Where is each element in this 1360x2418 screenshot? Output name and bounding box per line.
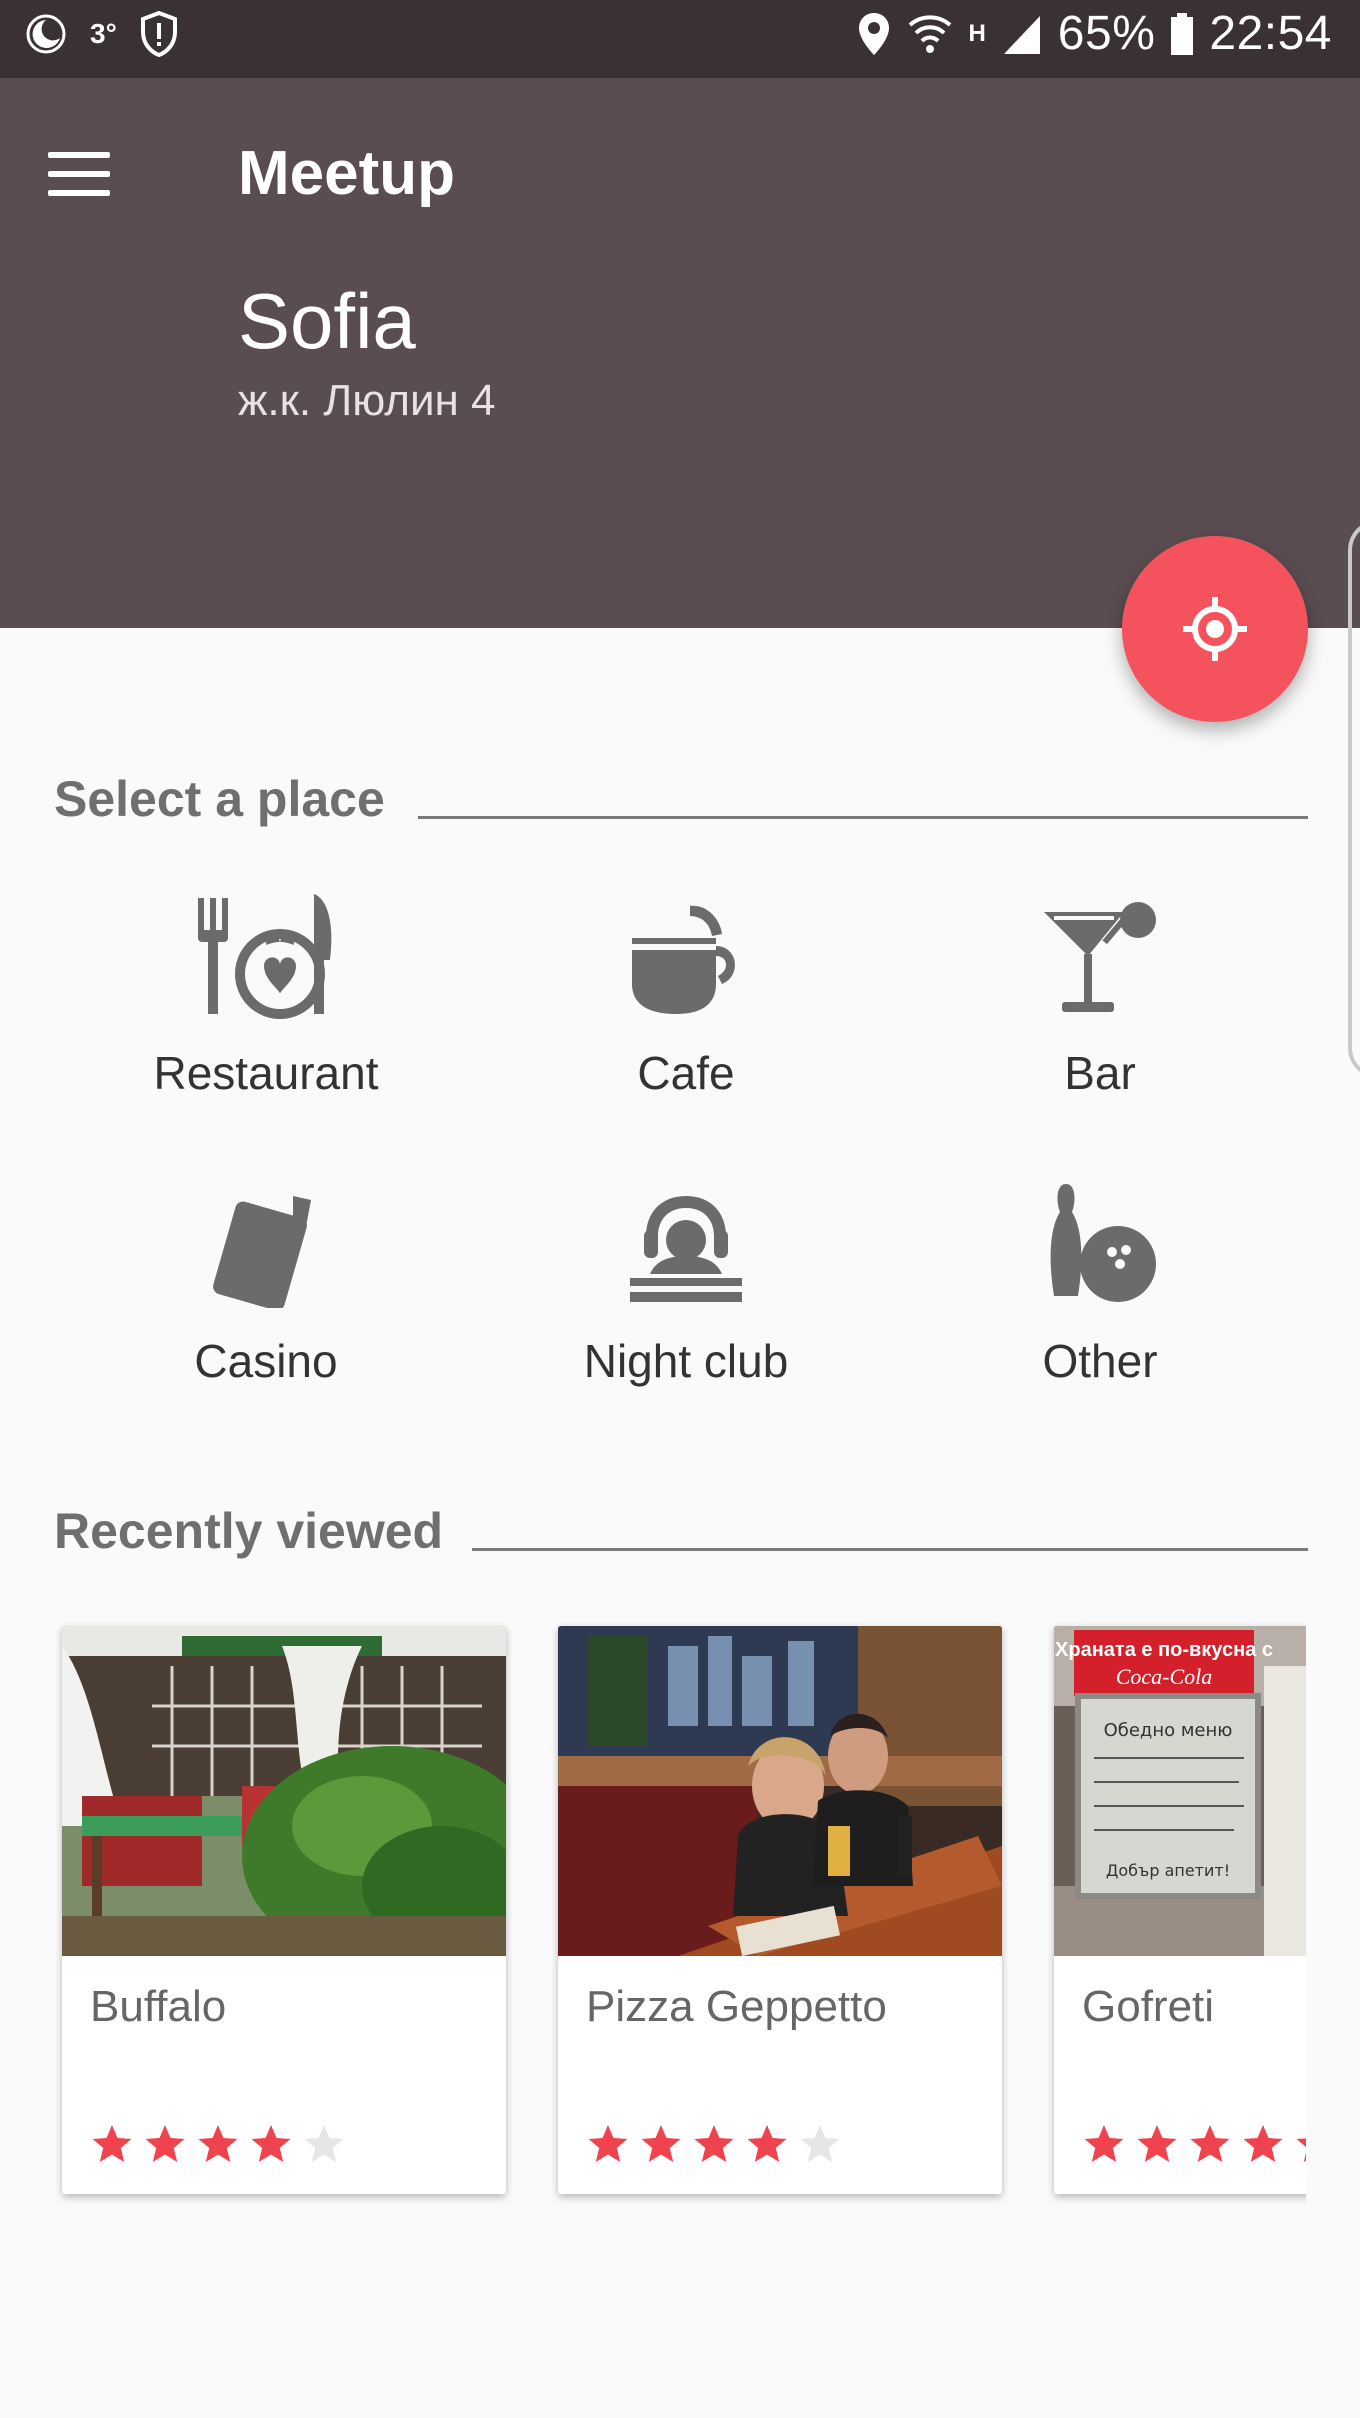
star-filled-icon [1190,2125,1230,2162]
category-label: Bar [1064,1047,1136,1099]
clock-text: 22:54 [1209,7,1332,60]
star-filled-icon [198,2125,238,2162]
category-restaurant[interactable]: Restaurant [96,880,436,1100]
star-filled-icon [251,2125,291,2162]
address-text: ж.к. Люлин 4 [238,376,496,425]
place-name: Pizza Geppetto [586,1982,887,2031]
sign-brand-text: Coca-Cola [1116,1664,1213,1689]
menu-icon-bar [48,171,110,177]
place-name: Gofreti [1082,1982,1215,2031]
star-filled-icon [92,2125,132,2162]
category-bar[interactable]: Bar [930,880,1270,1100]
status-right: H 65% 22:54 [856,6,1332,61]
place-card-buffalo[interactable]: Buffalo [62,1626,506,2194]
category-label: Cafe [637,1047,735,1099]
menu-button[interactable] [36,138,126,228]
category-label: Night club [583,1335,789,1387]
category-label: Other [1042,1335,1158,1387]
status-left: 3° [24,10,179,58]
star-filled-icon [1243,2125,1283,2162]
place-photo [558,1626,1002,1956]
category-night-club[interactable]: Night club [516,1168,856,1388]
star-filled-icon [694,2125,734,2162]
casino-icon [96,1168,436,1308]
category-other[interactable]: Other [930,1168,1270,1388]
select-place-heading: Select a place [54,771,385,827]
cafe-icon [516,880,856,1020]
place-card-gofreti[interactable]: Храната е по-вкусна с Coca-Cola Обедно м… [1054,1626,1306,2194]
star-empty-icon [800,2125,840,2162]
rating-stars [1082,2122,1306,2166]
star-filled-icon [641,2125,681,2162]
app-header: Meetup Sofia ж.к. Люлин 4 [0,78,1360,628]
star-filled-icon [1296,2138,1306,2162]
place-name: Buffalo [90,1982,227,2031]
board-footer-text: Добър апетит! [1106,1861,1230,1880]
wifi-icon [909,14,952,53]
city-name[interactable]: Sofia [238,276,416,367]
sign-top-text: Храната е по-вкусна с [1055,1639,1273,1661]
bar-icon [930,880,1270,1020]
place-photo [62,1626,506,1956]
edge-panel-handle[interactable] [1348,520,1360,1078]
category-casino[interactable]: Casino [96,1168,436,1388]
restaurant-icon [96,880,436,1020]
place-card-pizza-geppetto[interactable]: Pizza Geppetto [558,1626,1002,2194]
star-filled-icon [1137,2125,1177,2162]
location-icon [859,12,890,55]
category-label: Casino [194,1335,338,1387]
category-label: Restaurant [153,1047,379,1099]
star-filled-icon [747,2125,787,2162]
board-title-text: Обедно меню [1104,1720,1233,1741]
recently-viewed-heading: Recently viewed [54,1503,444,1559]
app-title: Meetup [238,139,455,208]
category-cafe[interactable]: Cafe [516,880,856,1100]
my-location-icon [1183,597,1247,661]
status-bar: 3° H 65% 22:54 [0,0,1360,78]
section-divider [472,1548,1308,1551]
recent-places-carousel[interactable]: Buffalo Pizza Geppetto Храната е по-вкус… [0,1610,1306,2230]
signal-icon [1003,15,1040,54]
star-filled-icon [1084,2125,1124,2162]
rating-stars [90,2122,346,2166]
shield-alert-icon [140,10,177,58]
star-empty-icon [304,2125,344,2162]
night-club-icon [516,1168,856,1308]
star-filled-icon [145,2125,185,2162]
rating-stars [586,2122,842,2166]
star-filled-icon [588,2125,628,2162]
menu-icon-bar [48,190,110,196]
battery-icon [1171,12,1194,55]
temperature-text: 3° [90,18,117,49]
network-type-text: H [968,19,986,47]
bowling-icon [930,1168,1270,1308]
section-divider [418,816,1308,819]
moon-icon [26,14,66,54]
battery-percent-text: 65% [1057,7,1156,60]
my-location-button[interactable] [1122,536,1308,722]
menu-icon [48,152,110,158]
place-photo: Храната е по-вкусна с Coca-Cola Обедно м… [1054,1626,1306,1956]
